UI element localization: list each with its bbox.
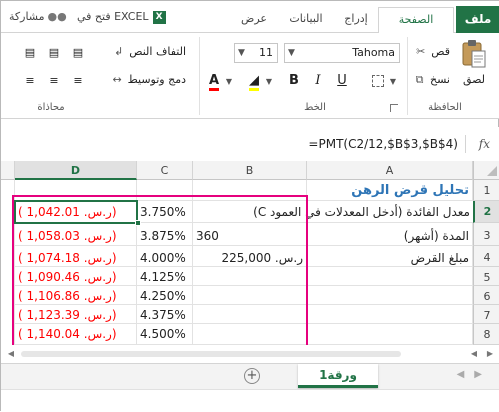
separator bbox=[407, 37, 408, 115]
scroll-right-icon[interactable]: ▶ bbox=[484, 348, 496, 360]
add-sheet-icon[interactable]: + bbox=[244, 368, 260, 384]
clipboard-icon bbox=[461, 39, 487, 69]
people-icon: ●● bbox=[47, 10, 67, 23]
tab-file[interactable]: ملف bbox=[456, 6, 499, 33]
merge-center-icon: ↔ bbox=[112, 73, 122, 86]
cell-a2[interactable]: معدل الفائدة (أدخل المعدلات في العمود C) bbox=[253, 201, 473, 223]
row-header-3[interactable]: 3 bbox=[473, 223, 499, 246]
fx-icon[interactable]: fx bbox=[479, 137, 490, 151]
borders-button[interactable] bbox=[368, 71, 388, 91]
select-all-corner[interactable] bbox=[473, 161, 499, 180]
highlight-box bbox=[12, 195, 308, 347]
share-button[interactable]: مشاركة ●● bbox=[9, 9, 67, 27]
align-middle-button[interactable]: ▤ bbox=[44, 43, 64, 63]
ribbon-home-panel: لصق ✂ قص ⧉ نسخ الحافظة ▼ Tahoma ▼ 11 B I… bbox=[1, 33, 499, 119]
wrap-text-label: التفاف النص bbox=[129, 45, 186, 58]
italic-button[interactable]: I bbox=[308, 71, 328, 91]
scroll-left-icon[interactable]: ◀ bbox=[5, 348, 17, 360]
sheet-tab-bar: ورقة1 + ◀▶ bbox=[1, 363, 499, 389]
align-left-button[interactable]: ≡ bbox=[20, 71, 40, 91]
tab-view[interactable]: عرض bbox=[232, 9, 276, 33]
open-in-excel-button[interactable]: فتح في EXCEL X bbox=[77, 9, 166, 27]
status-bar bbox=[1, 389, 499, 412]
column-header-b[interactable]: B bbox=[193, 161, 307, 180]
row-header-7[interactable]: 7 bbox=[473, 305, 499, 324]
row-header-2[interactable]: 2 bbox=[473, 201, 499, 223]
copy-button[interactable]: ⧉ نسخ bbox=[413, 71, 450, 89]
paint-bucket-icon: ◢ bbox=[249, 74, 259, 91]
sheet-nav-arrows-icon[interactable]: ◀▶ bbox=[457, 369, 492, 380]
cut-label: قص bbox=[431, 45, 450, 58]
wrap-text-button[interactable]: ↲ التفاف النص bbox=[112, 43, 186, 61]
scroll-track[interactable] bbox=[21, 351, 401, 357]
share-label: مشاركة bbox=[9, 10, 45, 23]
font-color-button[interactable]: A bbox=[204, 71, 224, 91]
cell-a1[interactable]: تحليل قرض الرهن bbox=[307, 180, 473, 201]
align-top-button[interactable]: ▤ bbox=[68, 43, 88, 63]
tab-insert[interactable]: إدراج bbox=[336, 9, 376, 33]
separator bbox=[199, 37, 200, 115]
row-header-8[interactable]: 8 bbox=[473, 324, 499, 345]
cell-a3[interactable]: المدة (أشهر) bbox=[307, 223, 473, 246]
copy-label: نسخ bbox=[430, 73, 450, 86]
tab-home[interactable]: الصفحة الرئيسية bbox=[378, 7, 454, 50]
scissors-icon: ✂ bbox=[416, 45, 426, 58]
chevron-down-icon: ▼ bbox=[238, 48, 245, 58]
open-in-excel-label: فتح في EXCEL bbox=[77, 10, 149, 23]
copy-icon: ⧉ bbox=[415, 73, 424, 86]
font-name-value: Tahoma bbox=[352, 46, 395, 59]
cut-button[interactable]: ✂ قص bbox=[414, 43, 450, 61]
tab-data[interactable]: البيانات bbox=[280, 9, 332, 33]
font-dialog-launcher-icon[interactable] bbox=[390, 104, 398, 112]
alignment-group-label: محاذاة bbox=[37, 102, 65, 113]
clipboard-group-label: الحافظة bbox=[428, 102, 462, 113]
column-header-a[interactable]: A bbox=[307, 161, 473, 180]
row-header-1[interactable]: 1 bbox=[473, 180, 499, 201]
chevron-down-icon: ▼ bbox=[288, 48, 295, 58]
underline-button[interactable]: U bbox=[332, 71, 352, 91]
fill-color-button[interactable]: ◢ bbox=[244, 71, 264, 91]
font-name-select[interactable]: ▼ Tahoma bbox=[284, 43, 400, 63]
cell-a4[interactable]: مبلغ القرض bbox=[307, 246, 473, 267]
font-color-icon: A bbox=[208, 74, 220, 91]
cell-a5[interactable] bbox=[307, 267, 473, 286]
align-right-button[interactable]: ≡ bbox=[68, 71, 88, 91]
paste-button[interactable]: لصق bbox=[456, 39, 492, 97]
chevron-down-icon[interactable]: ▼ bbox=[266, 77, 272, 86]
row-header-4[interactable]: 4 bbox=[473, 246, 499, 267]
cell-a8[interactable] bbox=[307, 324, 473, 345]
formula-bar[interactable]: fx =PMT(C2/12,$B$3,$B$4) bbox=[1, 127, 499, 161]
formula-input[interactable]: =PMT(C2/12,$B$3,$B$4) bbox=[308, 137, 458, 151]
align-bottom-button[interactable]: ▤ bbox=[20, 43, 40, 63]
wrap-text-icon: ↲ bbox=[114, 45, 124, 58]
chevron-down-icon[interactable]: ▼ bbox=[390, 77, 396, 86]
borders-icon bbox=[372, 74, 384, 87]
column-header-d[interactable]: D bbox=[15, 161, 137, 180]
font-size-value: 11 bbox=[259, 46, 273, 59]
bold-button[interactable]: B bbox=[284, 71, 304, 91]
font-group-label: الخط bbox=[304, 102, 326, 113]
excel-online-window: ملف الصفحة الرئيسية إدراج البيانات عرض ف… bbox=[0, 0, 499, 412]
horizontal-scrollbar[interactable]: ◀ ▶ ◀ bbox=[1, 345, 499, 363]
excel-logo-icon: X bbox=[152, 10, 166, 24]
paste-label: لصق bbox=[462, 73, 486, 86]
cell-a7[interactable] bbox=[307, 305, 473, 324]
merge-center-label: دمج وتوسيط bbox=[127, 73, 186, 86]
align-center-button[interactable]: ≡ bbox=[44, 71, 64, 91]
chevron-down-icon[interactable]: ▼ bbox=[226, 77, 232, 86]
column-header-e[interactable] bbox=[1, 161, 15, 180]
ribbon-tab-bar: ملف الصفحة الرئيسية إدراج البيانات عرض ف… bbox=[1, 1, 499, 50]
separator bbox=[465, 135, 466, 153]
cell-a6[interactable] bbox=[307, 286, 473, 305]
column-header-c[interactable]: C bbox=[137, 161, 193, 180]
font-size-select[interactable]: ▼ 11 bbox=[234, 43, 278, 63]
scroll-left-icon[interactable]: ◀ bbox=[468, 348, 480, 360]
row-header-6[interactable]: 6 bbox=[473, 286, 499, 305]
sheet-tab-1[interactable]: ورقة1 bbox=[298, 364, 378, 388]
row-header-5[interactable]: 5 bbox=[473, 267, 499, 286]
merge-center-button[interactable]: ↔ دمج وتوسيط bbox=[110, 71, 186, 89]
